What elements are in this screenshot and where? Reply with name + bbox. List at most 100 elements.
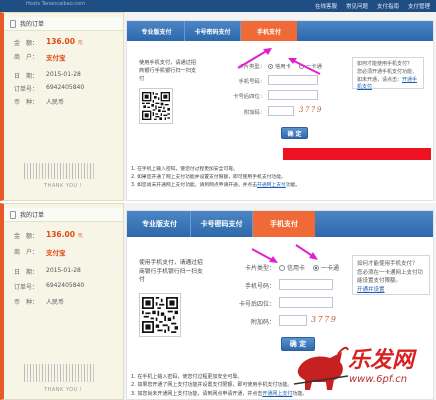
phone-input[interactable] — [268, 75, 318, 85]
tab-professional[interactable]: 专业版支付 — [129, 211, 191, 237]
notice-line3: 如未开通，请点击：开通手机支付 — [357, 77, 419, 93]
order-amount-row: 金 额： 136.00 元 — [14, 230, 83, 240]
tab-card-password[interactable]: 卡号密码支付 — [185, 21, 241, 41]
card-last4-input[interactable] — [268, 90, 318, 100]
arrow-icon — [237, 48, 272, 69]
order-no-value: 6942405840 — [46, 84, 85, 91]
note-1: 1. 在手机上输入密码，使您付过程更加安全可靠。 — [131, 374, 243, 380]
arrow-icon — [288, 58, 321, 75]
amount-label: 金 额： — [14, 40, 39, 47]
payment-tabs: 专业版支付 卡号密码支付 手机支付 — [127, 21, 433, 41]
submit-button[interactable]: 确 定 — [281, 127, 308, 139]
link-online-service[interactable]: 在线客服 — [315, 2, 337, 10]
scan-tip: 使用手机支付，请通过招商银行手机银行扫一扫支付 — [139, 60, 197, 82]
qr-code-image — [142, 297, 178, 333]
radio-dot-icon[interactable] — [313, 264, 319, 271]
thank-you-text: THANK YOU ! — [44, 387, 83, 393]
notice-line3-text: 如未开通，请点击： — [357, 76, 403, 83]
phone-label: 手机号码： — [238, 79, 266, 85]
radio-dot-icon[interactable] — [279, 264, 285, 271]
order-amount: 136.00 元 — [46, 37, 83, 46]
order-header: 我的订单 — [4, 208, 123, 222]
notice-line1: 如何才能使用手机支付？ — [357, 261, 418, 267]
extra-code-input[interactable] — [268, 106, 294, 116]
open-online-pay-link[interactable]: 开通网上支付 — [262, 391, 292, 397]
barcode — [24, 364, 96, 382]
link-pay-manage[interactable]: 支付管理 — [408, 2, 430, 10]
watermark-title: 乐发网 — [348, 348, 415, 373]
merchant-label: 商 户： — [14, 54, 39, 61]
order-number-row: 订单号： 6942405840 — [14, 84, 84, 93]
payment-tabs: 专业版支付 卡号密码支付 手机支付 — [127, 211, 433, 237]
order-date-row: 日 期： 2015-01-28 — [14, 267, 81, 276]
currency-label: 币 种： — [14, 299, 39, 306]
order-currency-row: 币 种： 人民币 — [14, 297, 64, 306]
order-number-row: 订单号： 6942405840 — [14, 282, 84, 291]
amount-label: 金 额： — [14, 233, 39, 240]
card-last4-input[interactable] — [279, 297, 333, 308]
note-1: 1. 在手机上输入密码，使您付过程更加安全可靠。 — [131, 167, 238, 172]
radio-debit-card[interactable]: 一卡通 — [313, 263, 339, 272]
merchant-value: 支付宝 — [46, 249, 66, 257]
order-title: 我的订单 — [20, 21, 45, 28]
help-notice: 如何才能使用手机支付？ 您必须开通手机支付功能， 如未开通，请点击：开通手机支付 — [352, 57, 424, 90]
order-no-label: 订单号： — [14, 86, 39, 93]
tab-mobile-pay[interactable]: 手机支付 — [241, 21, 297, 41]
qr-code — [139, 293, 181, 337]
currency-label: 币 种： — [14, 99, 39, 106]
tab-card-password[interactable]: 卡号密码支付 — [191, 211, 253, 237]
captcha-image[interactable]: 3779 — [299, 106, 323, 114]
link-faq[interactable]: 常见问题 — [346, 2, 368, 10]
qr-code — [139, 88, 173, 124]
order-panel: 我的订单 金 额： 136.00 元 商 户： 支付宝 日 期： 2015-01… — [0, 203, 124, 400]
order-no-value: 6942405840 — [46, 282, 85, 289]
extra-code-label: 附加码： — [243, 110, 265, 116]
extra-code-input[interactable] — [279, 315, 307, 326]
order-date-row: 日 期： 2015-01-28 — [14, 71, 81, 80]
tab-professional[interactable]: 专业版支付 — [129, 21, 185, 41]
enable-and-set-link[interactable]: 开通并设置 — [357, 287, 385, 293]
radio-credit-card[interactable]: 信用卡 — [279, 263, 305, 272]
open-online-pay-link[interactable]: 开通网上支付 — [257, 183, 286, 188]
order-header: 我的订单 — [4, 17, 123, 31]
notice-line2: 您必须开通手机支付功能， — [357, 68, 418, 75]
document-icon — [10, 210, 16, 219]
payment-panel: 专业版支付 卡号密码支付 手机支付 使用手机支付，请通过招商银行手机银行扫一扫支… — [126, 20, 434, 201]
screenshot-top: Hosts Tanancaibao.com 在线客服 常见问题 支付指南 支付管… — [0, 0, 436, 201]
currency-value: 人民币 — [46, 99, 65, 106]
date-label: 日 期： — [14, 73, 39, 80]
phone-label: 手机号码： — [244, 283, 275, 290]
watermark-url: www.6pf.cn — [349, 374, 408, 385]
tab-mobile-pay[interactable]: 手机支付 — [253, 211, 315, 237]
note-3: 3. 如您尚未开通网上支付功能，请到网点申请开通，并点击开通网上支付功能。 — [131, 182, 300, 190]
perforation — [4, 65, 123, 68]
perforation — [4, 260, 123, 263]
extra-code-label: 附加码： — [250, 319, 275, 326]
currency-value: 人民币 — [46, 299, 65, 306]
order-currency-row: 币 种： 人民币 — [14, 97, 64, 106]
order-amount-row: 金 额： 136.00 元 — [14, 37, 83, 47]
thank-you-text: THANK YOU ! — [44, 183, 83, 189]
debit-card-label: 一卡通 — [321, 265, 340, 272]
amount-value: 136.00 — [46, 230, 75, 239]
captcha-image[interactable]: 3779 — [311, 315, 337, 324]
notice-line3: 开通并设置 — [357, 286, 425, 295]
bull-logo-icon — [293, 346, 349, 390]
qr-code-image — [142, 92, 170, 120]
last4-label: 卡号后四位： — [233, 94, 265, 100]
barcode — [24, 163, 96, 179]
link-pay-guide[interactable]: 支付指南 — [377, 2, 399, 10]
amount-unit: 元 — [77, 233, 83, 239]
date-label: 日 期： — [14, 269, 39, 276]
note-3-text: 3. 如您尚未开通网上支付功能，请到网点申请开通，并点击 — [131, 390, 263, 397]
note-2: 2. 如果您开通了网上支付功能并设置支付限额，即可使用手机支付功能。 — [131, 382, 293, 389]
order-merchant-row: 商 户： 支付宝 — [14, 52, 66, 62]
redaction-bar — [283, 148, 431, 160]
note-3: 3. 如您尚未开通网上支付功能，请到网点申请开通，并点击开通网上支付功能。 — [131, 390, 307, 398]
credit-card-label: 信用卡 — [287, 265, 306, 272]
top-nav-bar: Hosts Tanancaibao.com 在线客服 常见问题 支付指南 支付管… — [0, 0, 436, 12]
notice-line1: 如何才能使用手机支付？ — [357, 61, 413, 67]
phone-input[interactable] — [279, 279, 333, 290]
amount-unit: 元 — [77, 40, 83, 46]
note-2: 2. 如果您开通了网上支付功能并设置支付限额，即可使用手机支付功能。 — [131, 174, 286, 180]
